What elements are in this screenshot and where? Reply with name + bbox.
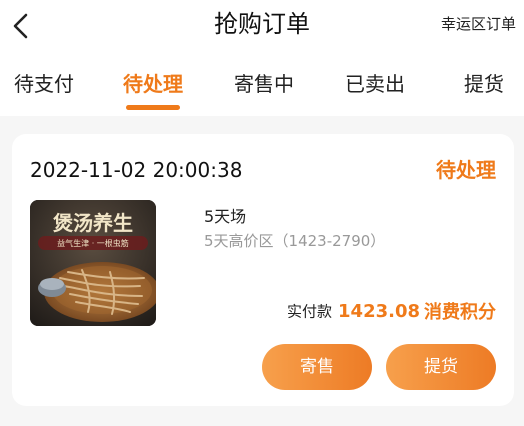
product-image-tagline: 益气生津 · 一根虫筋 [57,238,129,248]
order-card[interactable]: 2022-11-02 20:00:38 待处理 煲汤养生 益气生津 · 一根虫筋… [12,134,514,406]
pay-unit: 消费积分 [424,302,496,323]
product-subtitle: 5天高价区（1423-2790） [204,232,386,250]
lucky-zone-orders-link[interactable]: 幸运区订单 [441,13,516,35]
app-header: 抢购订单 幸运区订单 [0,0,524,56]
consign-button[interactable]: 寄售 [262,344,372,390]
tab-pickup[interactable]: 提货 [462,70,506,98]
order-status-badge: 待处理 [436,158,496,182]
pay-amount: 1423.08 [338,300,420,322]
order-status-tabs: 待支付 待处理 寄售中 已卖出 提货 [0,56,524,116]
pickup-button[interactable]: 提货 [386,344,496,390]
active-tab-indicator [126,105,180,110]
tab-pending-payment[interactable]: 待支付 [12,70,76,98]
tab-pending-processing[interactable]: 待处理 [121,70,185,98]
tab-consigning[interactable]: 寄售中 [232,70,296,98]
order-time: 2022-11-02 20:00:38 [30,158,243,182]
payment-summary: 实付款 1423.08 消费积分 [287,298,496,324]
product-name: 5天场 [204,207,247,226]
product-image-headline: 煲汤养生 [53,211,133,235]
tab-sold[interactable]: 已卖出 [343,70,407,98]
product-image[interactable]: 煲汤养生 益气生津 · 一根虫筋 [30,200,156,326]
pay-label: 实付款 [287,302,333,321]
